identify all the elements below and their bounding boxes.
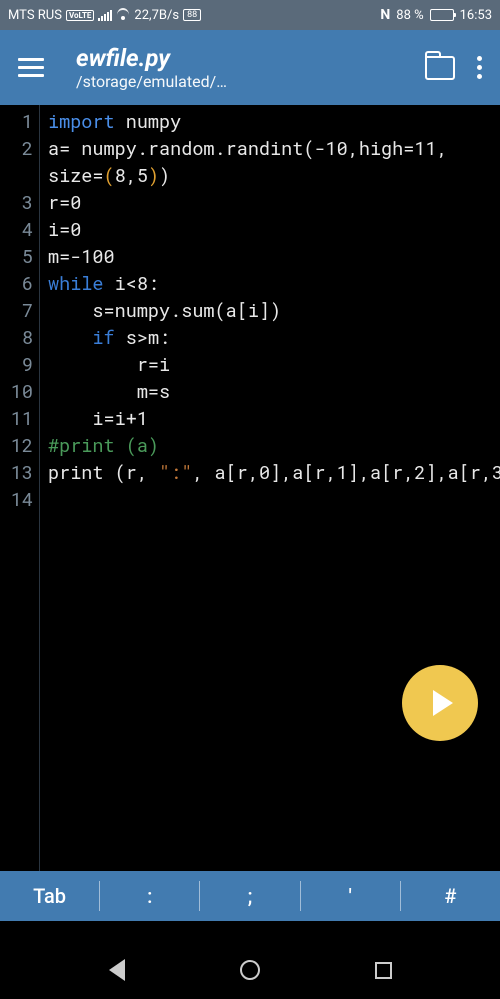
shortcut-key[interactable]: ' (301, 874, 400, 918)
line-number: 4 (0, 217, 33, 244)
play-icon (433, 690, 453, 716)
menu-button[interactable] (14, 54, 48, 81)
code-line[interactable]: #print (a) (48, 433, 500, 460)
line-gutter: 12.34567891011121314 (0, 105, 40, 871)
battery-percent: 88 % (396, 8, 423, 23)
line-number: 14 (0, 487, 33, 514)
clock: 16:53 (460, 8, 492, 23)
signal-icon (98, 9, 112, 21)
code-line[interactable]: r=0 (48, 190, 500, 217)
line-number: 3 (0, 190, 33, 217)
code-line[interactable]: while i<8: (48, 271, 500, 298)
code-line[interactable]: if s>m: (48, 325, 500, 352)
line-number: 2 (0, 136, 33, 163)
nav-home-button[interactable] (220, 950, 280, 990)
line-number: 6 (0, 271, 33, 298)
code-line[interactable]: a= numpy.random.randint(-10,high=11, (48, 136, 500, 163)
shortcut-key[interactable]: Tab (0, 874, 99, 918)
code-line[interactable]: m=s (48, 379, 500, 406)
network-speed: 22,7B/s (134, 8, 179, 23)
file-title: ewfile.py (76, 44, 425, 72)
shortcut-key-row: Tab:;'# (0, 871, 500, 921)
folder-icon[interactable] (425, 56, 455, 80)
volte-badge: VoLTE (66, 10, 94, 21)
line-number: 13 (0, 460, 33, 487)
line-number: 12 (0, 433, 33, 460)
wifi-icon (116, 8, 130, 22)
carrier-label: MTS RUS (8, 8, 62, 23)
code-area[interactable]: import numpya= numpy.random.randint(-10,… (40, 105, 500, 871)
shortcut-key[interactable]: ; (200, 874, 299, 918)
code-line[interactable]: s=numpy.sum(a[i]) (48, 298, 500, 325)
title-block[interactable]: ewfile.py /storage/emulated/… (76, 44, 425, 91)
code-line[interactable]: m=-100 (48, 244, 500, 271)
code-line[interactable]: i=i+1 (48, 406, 500, 433)
line-number: 7 (0, 298, 33, 325)
code-line[interactable]: print (r, ":", a[r,0],a[r,1],a[r,2],a[r,… (48, 460, 500, 487)
android-navbar (0, 941, 500, 999)
code-editor[interactable]: 12.34567891011121314 import numpya= nump… (0, 105, 500, 871)
app-toolbar: ewfile.py /storage/emulated/… (0, 30, 500, 105)
shortcut-key[interactable]: : (100, 874, 199, 918)
line-number: 9 (0, 352, 33, 379)
code-line[interactable]: size=(8,5)) (48, 163, 500, 190)
spacer (0, 921, 500, 941)
line-number: 10 (0, 379, 33, 406)
overflow-menu-button[interactable] (473, 52, 486, 83)
speed-badge: 88 (183, 9, 201, 21)
run-button[interactable] (402, 665, 478, 741)
nav-recent-button[interactable] (353, 950, 413, 990)
home-icon (240, 960, 260, 980)
file-path: /storage/emulated/… (76, 72, 425, 91)
battery-icon (430, 9, 454, 21)
code-line[interactable] (48, 487, 500, 514)
recent-icon (375, 962, 392, 979)
nfc-icon: N (380, 7, 390, 23)
code-line[interactable]: import numpy (48, 109, 500, 136)
nav-back-button[interactable] (87, 950, 147, 990)
line-number: 11 (0, 406, 33, 433)
line-number: 1 (0, 109, 33, 136)
android-statusbar: MTS RUS VoLTE 22,7B/s 88 N 88 % 16:53 (0, 0, 500, 30)
code-line[interactable]: r=i (48, 352, 500, 379)
code-line[interactable]: i=0 (48, 217, 500, 244)
back-icon (109, 959, 125, 981)
shortcut-key[interactable]: # (401, 874, 500, 918)
line-number: 5 (0, 244, 33, 271)
line-number: 8 (0, 325, 33, 352)
